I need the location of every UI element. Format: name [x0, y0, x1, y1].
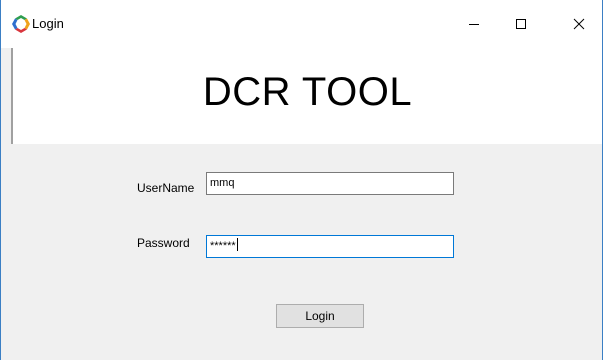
username-input[interactable]: mmq: [206, 172, 454, 195]
text-caret: [236, 238, 238, 251]
app-logo-icon: [11, 14, 31, 34]
username-label: UserName: [137, 181, 195, 195]
window-title: Login: [32, 16, 64, 31]
maximize-icon: [515, 18, 527, 30]
username-value: mmq: [210, 177, 235, 189]
title-bar[interactable]: Login: [1, 0, 602, 48]
close-button[interactable]: [556, 0, 602, 48]
login-button[interactable]: Login: [276, 304, 364, 328]
password-input[interactable]: ******: [206, 235, 454, 258]
login-window: Login DCR TOOL UserName mmq Password ***…: [0, 0, 603, 360]
maximize-button[interactable]: [498, 0, 544, 48]
app-heading: DCR TOOL: [202, 70, 413, 114]
header-panel: DCR TOOL: [11, 48, 602, 144]
minimize-icon: [468, 18, 480, 30]
minimize-button[interactable]: [451, 0, 497, 48]
password-value: ******: [210, 240, 236, 252]
password-label: Password: [137, 236, 190, 250]
close-icon: [573, 18, 585, 30]
